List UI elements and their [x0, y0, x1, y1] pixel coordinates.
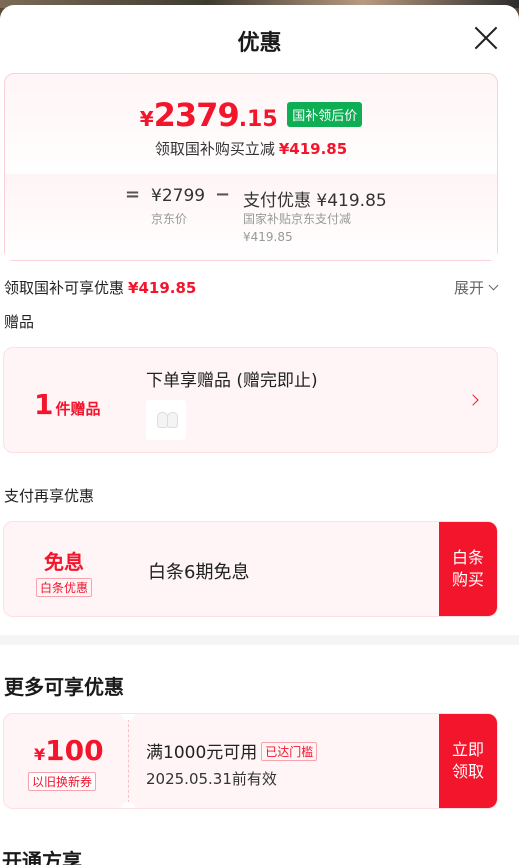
gift-count-number: 1	[34, 388, 54, 421]
earbuds-image	[146, 400, 186, 440]
baitiao-label: 白条优惠	[36, 578, 93, 597]
coupon-value: ¥100	[34, 734, 104, 767]
chevron-right-icon	[467, 394, 479, 406]
subsidy-amount: ¥419.85	[128, 279, 197, 297]
price-decimal: .15	[238, 107, 278, 132]
claim-coupon-button[interactable]: 立即领取	[439, 714, 497, 808]
baitiao-buy-button[interactable]: 白条购买	[439, 522, 497, 616]
baitiao-card: 免息 白条优惠 白条6期免息 白条购买	[3, 521, 498, 617]
price-sub-text: 领取国补购买立减	[154, 140, 275, 158]
section-divider	[0, 635, 519, 645]
expand-button[interactable]: 展开	[453, 277, 499, 298]
subsidy-label: 领取国补可享优惠	[4, 279, 125, 297]
more-offers-title: 更多可享优惠	[4, 675, 124, 699]
gift-count: 1 件赠品	[34, 388, 101, 421]
final-price: ¥2379.15 国补领后价	[5, 96, 497, 134]
pay-discount-title: 支付优惠 ¥419.85	[243, 191, 387, 211]
gift-section-title: 赠品	[4, 313, 35, 331]
interest-free-badge: 免息	[44, 550, 84, 574]
coupon-amount: 100	[45, 734, 104, 767]
baitiao-buy-label: 白条购买	[451, 548, 484, 589]
jd-price-label: 京东价	[151, 212, 188, 226]
gift-card[interactable]: 1 件赠品 下单享赠品 (赠完即止)	[3, 347, 498, 453]
coupon-type: 以旧换新券	[28, 772, 97, 791]
trade-in-coupon: ¥100 以旧换新券 满1000元可用 已达门槛 2025.05.31前有效 立即…	[3, 713, 498, 809]
baitiao-offer-text: 白条6期免息	[148, 562, 250, 583]
coupon-perforation	[128, 714, 129, 808]
jd-price: ¥2799	[151, 186, 206, 206]
page-title: 优惠	[237, 31, 282, 56]
pay-discount-desc: 国家补贴京东支付减 ¥419.85	[243, 212, 352, 244]
coupon-status-badge: 已达门槛	[261, 742, 318, 761]
coupon-sheet: 优惠 ¥2379.15 国补领后价 领取国补购买立减 ¥419.85 = ¥279…	[0, 5, 519, 865]
coupon-condition: 满1000元可用 已达门槛	[146, 738, 318, 763]
equals-sign: =	[125, 184, 141, 205]
coupon-validity: 2025.05.31前有效	[146, 770, 277, 788]
price-sub: 领取国补购买立减 ¥419.85	[5, 138, 497, 159]
price-sub-amount: ¥419.85	[278, 140, 348, 158]
coupon-condition-text: 满1000元可用	[146, 743, 258, 763]
pay-section-title: 支付再享优惠	[4, 487, 95, 505]
price-currency: ¥	[139, 107, 154, 131]
price-summary-card: ¥2379.15 国补领后价 领取国补购买立减 ¥419.85 = ¥2799 京…	[4, 73, 498, 261]
claim-coupon-label: 立即领取	[451, 740, 484, 781]
coupon-currency: ¥	[34, 745, 46, 764]
chevron-down-icon	[488, 280, 499, 291]
next-section-title: 开通方享	[2, 849, 82, 865]
expand-label: 展开	[453, 279, 484, 297]
price-tag: 国补领后价	[287, 102, 363, 127]
price-integer: 2379	[153, 96, 240, 134]
gift-title: 下单享赠品 (赠完即止)	[146, 371, 318, 391]
gift-count-unit: 件赠品	[55, 400, 101, 418]
subsidy-row: 领取国补可享优惠 ¥419.85	[4, 277, 196, 298]
minus-sign: −	[215, 184, 231, 205]
close-icon[interactable]	[473, 25, 499, 51]
